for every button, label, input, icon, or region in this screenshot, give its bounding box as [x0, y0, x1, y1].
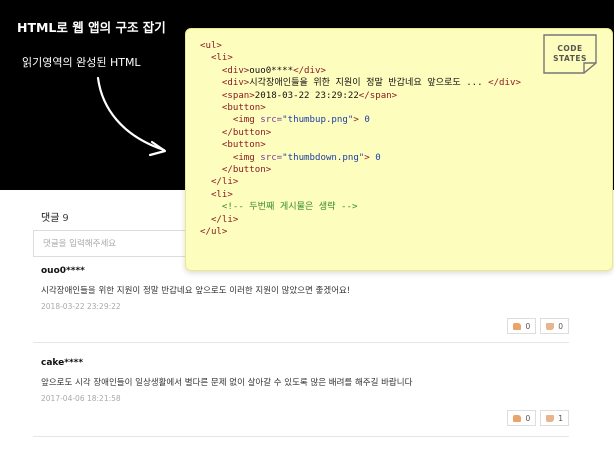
code-ul-close: </ul> — [200, 227, 228, 238]
thumbdown-icon — [546, 414, 555, 422]
code-span-close: </span> — [358, 90, 398, 101]
code-li-close: </li> — [210, 214, 239, 225]
code-button-open: <button> — [221, 103, 266, 114]
code-li-open: <li> — [210, 189, 233, 200]
divider — [33, 342, 569, 343]
thumbdown-button[interactable]: 0 — [540, 318, 569, 334]
code-comment: <!-- 두번째 게시물은 생략 --> — [221, 202, 358, 213]
comment-count-number: 9 — [62, 213, 69, 224]
code-up-count: 0 — [364, 115, 370, 126]
logo-line-2: STATES — [553, 54, 587, 63]
slide-title: HTML로 웹 앱의 구조 잡기 — [17, 20, 166, 35]
code-src-attr: src= — [260, 115, 283, 126]
comment-body: 앞으로도 시각 장애인들이 일상생활에서 별다른 문제 없이 살아갈 수 있도록… — [41, 378, 413, 388]
code-div-close: </div> — [293, 65, 326, 76]
thumbup-icon — [513, 414, 522, 422]
code-img-open: <img — [232, 152, 255, 163]
code-span-open: <span> — [221, 90, 255, 101]
comment-item: ouo0**** 시각장애인들을 위한 지원이 정말 반갑네요 앞으로도 이러한… — [41, 266, 569, 334]
thumbup-count: 0 — [525, 413, 531, 423]
thumbup-count: 0 — [525, 321, 531, 331]
thumbdown-count: 0 — [558, 321, 563, 331]
code-listing: <ul> <li> <div>ouo0****</div> <div>시각장애인… — [200, 40, 521, 239]
comment-input[interactable] — [34, 231, 210, 257]
code-down-count: 0 — [375, 152, 381, 163]
code-li-close: </li> — [210, 177, 239, 188]
code-thumbdown-src: "thumbdown.png" — [282, 152, 365, 163]
thumbdown-button[interactable]: 1 — [540, 410, 569, 426]
code-div-open: <div> — [221, 65, 250, 76]
logo-line-1: CODE — [557, 44, 583, 53]
code-img-open: <img — [232, 115, 255, 126]
comment-count: 댓글 9 — [41, 209, 69, 224]
code-button-close: </button> — [221, 127, 272, 138]
thumbup-button[interactable]: 0 — [507, 318, 537, 334]
code-date-text: 2018-03-22 23:29:22 — [254, 90, 359, 101]
code-button-open: <button> — [221, 140, 266, 151]
code-ul-open: <ul> — [200, 41, 222, 51]
slide-subtitle: 읽기영역의 완성된 HTML — [22, 56, 141, 69]
arrow-icon — [96, 76, 167, 157]
code-tag-end: > — [353, 115, 359, 126]
thumbup-icon — [513, 322, 522, 330]
thumbdown-icon — [546, 322, 555, 330]
code-box: <ul> <li> <div>ouo0****</div> <div>시각장애인… — [185, 28, 613, 271]
thumbup-button[interactable]: 0 — [507, 410, 537, 426]
code-body-text: 시각장애인들을 위한 지원이 정말 반갑네요 앞으로도 ... — [249, 78, 483, 89]
comment-body: 시각장애인들을 위한 지원이 정말 반갑네요 앞으로도 이러한 지원이 많았으면… — [41, 286, 351, 296]
comment-count-label: 댓글 — [41, 213, 60, 224]
vote-row: 0 0 — [507, 318, 569, 334]
code-states-logo: CODE STATES — [542, 33, 598, 75]
code-author-text: ouo0**** — [249, 65, 294, 76]
comment-date: 2017-04-06 18:21:58 — [41, 394, 121, 403]
comment-item: cake**** 앞으로도 시각 장애인들이 일상생활에서 별다른 문제 없이 … — [41, 358, 569, 426]
code-button-close: </button> — [221, 165, 272, 176]
vote-row: 0 1 — [507, 410, 569, 426]
code-src-attr: src= — [260, 152, 283, 163]
divider — [33, 436, 569, 437]
code-tag-end: > — [364, 152, 370, 163]
code-li-open: <li> — [210, 53, 233, 64]
code-div-close: </div> — [488, 78, 521, 89]
code-div-open: <div> — [221, 78, 250, 89]
comment-author: cake**** — [41, 358, 84, 368]
code-thumbup-src: "thumbup.png" — [282, 115, 354, 126]
thumbdown-count: 1 — [558, 413, 563, 423]
comment-date: 2018-03-22 23:29:22 — [41, 302, 121, 311]
